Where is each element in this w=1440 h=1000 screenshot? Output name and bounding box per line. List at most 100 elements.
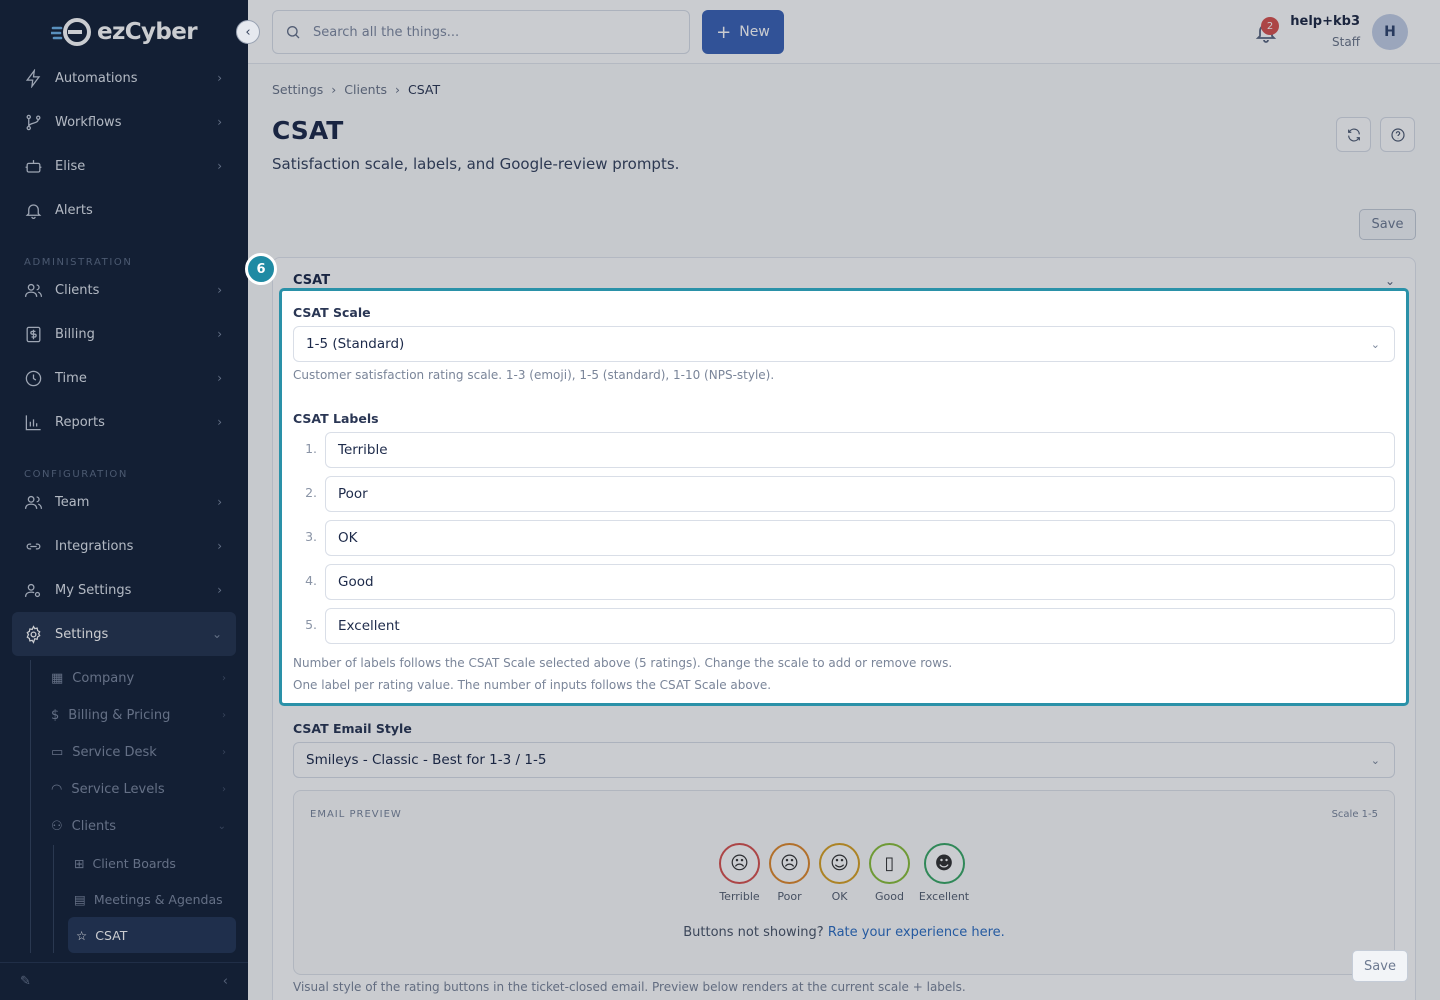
sidebar-subitem-service-desk[interactable]: ▭ Service Desk › [31,734,248,771]
preview-fallback: Buttons not showing? Rate your experienc… [294,925,1394,940]
rating-button[interactable]: ☻ Excellent [919,843,969,903]
sidebar-item-integrations[interactable]: Integrations › [0,524,248,568]
email-style-select[interactable]: Smileys - Classic - Best for 1-3 / 1-5 ⌄ [293,742,1395,778]
user-gear-icon [24,583,41,597]
section-configuration: CONFIGURATION [24,469,128,480]
csat-labels-label: CSAT Labels [293,411,379,426]
label-input[interactable]: Good [325,564,1395,600]
sidebar-item-team[interactable]: Team › [0,480,248,524]
sidebar-item-billing[interactable]: Billing › [0,312,248,356]
sidebar-item-automations[interactable]: Automations › [0,56,248,100]
sidebar-item-alerts[interactable]: Alerts [0,188,248,232]
save-button[interactable]: Save [1359,209,1416,240]
avatar[interactable]: H [1372,14,1408,50]
chevron-down-icon[interactable]: ⌄ [1385,274,1395,288]
sidebar-subitem-service-levels[interactable]: ◠ Service Levels › [31,771,248,808]
team-icon [24,495,43,509]
help-button[interactable] [1380,117,1415,152]
grid-icon: ⊞ [74,855,85,871]
sidebar-subitem-label: Service Desk [72,745,157,760]
search-icon [287,26,300,39]
sidebar-item-settings[interactable]: Settings ⌄ [12,612,236,656]
tour-highlight: CSAT Scale 1-5 (Standard) ⌄ Customer sat… [279,288,1409,706]
label-input[interactable]: Terrible [325,432,1395,468]
sidebar-item-label: My Settings [55,582,132,598]
rating-button[interactable]: ☺ OK [819,843,860,903]
card-title[interactable]: CSAT [293,273,330,288]
label-input[interactable]: Excellent [325,608,1395,644]
preview-scale: Scale 1-5 [1331,809,1378,820]
sidebar-item-elise[interactable]: Elise › [0,144,248,188]
logo-icon [50,18,91,46]
sidebar-item-my-settings[interactable]: My Settings › [0,568,248,612]
sidebar-subitem-billing-pricing[interactable]: $ Billing & Pricing › [31,697,248,734]
bell-icon [25,203,42,219]
label-input[interactable]: OK [325,520,1395,556]
sidebar-item-workflows[interactable]: Workflows › [0,100,248,144]
pencil-icon[interactable]: ✎ [20,974,31,989]
new-button[interactable]: + New [702,10,784,54]
chevron-right-icon: › [222,673,226,684]
label-input[interactable]: Poor [325,476,1395,512]
sidebar-subitem-label: Billing & Pricing [68,708,171,723]
chevron-right-icon: › [217,327,222,341]
settings-submenu: ▦ Company › $ Billing & Pricing › ▭ Service D… [30,660,248,953]
sidebar-item-label: Integrations [55,538,134,554]
sidebar-subitem-meetings-agendas[interactable]: ▤ Meetings & Agendas [54,881,248,917]
ok-face-icon: ☺ [819,843,860,884]
sidebar-item-label: Time [55,370,87,386]
sidebar-item-time[interactable]: Time › [0,356,248,400]
label-row: 1. Terrible [293,432,1395,468]
sidebar-item-label: Elise [55,158,86,174]
collapse-sidebar-button[interactable]: ‹ [236,20,260,44]
label-number: 1. [305,441,317,456]
chevron-right-icon: › [394,82,400,97]
email-style-label: CSAT Email Style [293,721,412,736]
rate-experience-link[interactable]: Rate your experience here. [828,925,1005,940]
sidebar-subitem-label: Client Boards [92,855,176,871]
breadcrumb-settings[interactable]: Settings [272,82,323,97]
sidebar-subitem-clients[interactable]: ⚇ Clients ⌄ [31,808,248,845]
chevron-right-icon: › [217,495,222,509]
csat-scale-select[interactable]: 1-5 (Standard) ⌄ [293,326,1395,362]
chevron-right-icon: › [222,784,226,795]
rating-button[interactable]: ☹ Poor [769,843,810,903]
sidebar-subitem-csat[interactable]: ☆ CSAT [68,917,236,953]
sidebar-subitem-client-boards[interactable]: ⊞ Client Boards [54,845,248,881]
sidebar-footer: ✎ ‹ [0,962,248,1000]
label-number: 5. [305,617,317,632]
breadcrumb-clients[interactable]: Clients [344,82,387,97]
chevron-right-icon: › [217,371,222,385]
label-row: 2. Poor [293,476,1395,512]
rating-button[interactable]: ▯ Good [869,843,910,903]
user-name[interactable]: help+kb3 [1290,14,1360,29]
csat-labels-help: Number of labels follows the CSAT Scale … [293,656,953,670]
sidebar-item-reports[interactable]: Reports › [0,400,248,444]
users-icon [24,283,43,297]
brand-logo[interactable]: ezCyber [50,16,198,48]
sidebar-subitem-company[interactable]: ▦ Company › [31,660,248,697]
poor-face-icon: ☹ [769,843,810,884]
breadcrumb: Settings › Clients › CSAT [272,82,440,97]
sidebar-item-label: Settings [55,626,109,642]
floating-save-button[interactable]: Save [1352,950,1408,982]
chevron-left-icon[interactable]: ‹ [223,974,228,989]
topbar: Search all the things... + New 2 help+kb3… [248,0,1440,64]
label-number: 4. [305,573,317,588]
bolt-icon [25,68,41,88]
search-input[interactable]: Search all the things... [272,10,690,54]
notification-badge: 2 [1261,17,1279,35]
building-icon: ▦ [51,671,64,686]
sidebar-item-clients[interactable]: Clients › [0,268,248,312]
sidebar-item-label: Clients [55,282,100,298]
chevron-down-icon: ⌄ [211,627,222,641]
sidebar-item-label: Workflows [55,114,122,130]
label-number: 2. [305,485,317,500]
rating-button[interactable]: ☹ Terrible [719,843,760,903]
refresh-button[interactable] [1336,117,1371,152]
chevron-right-icon: › [217,539,222,553]
chevron-down-icon: ⌄ [1370,753,1380,767]
rating-label: Good [875,890,904,903]
email-preview: EMAIL PREVIEW Scale 1-5 ☹ Terrible ☹ Poor … [293,790,1395,975]
brand-name: ezCyber [96,19,198,45]
